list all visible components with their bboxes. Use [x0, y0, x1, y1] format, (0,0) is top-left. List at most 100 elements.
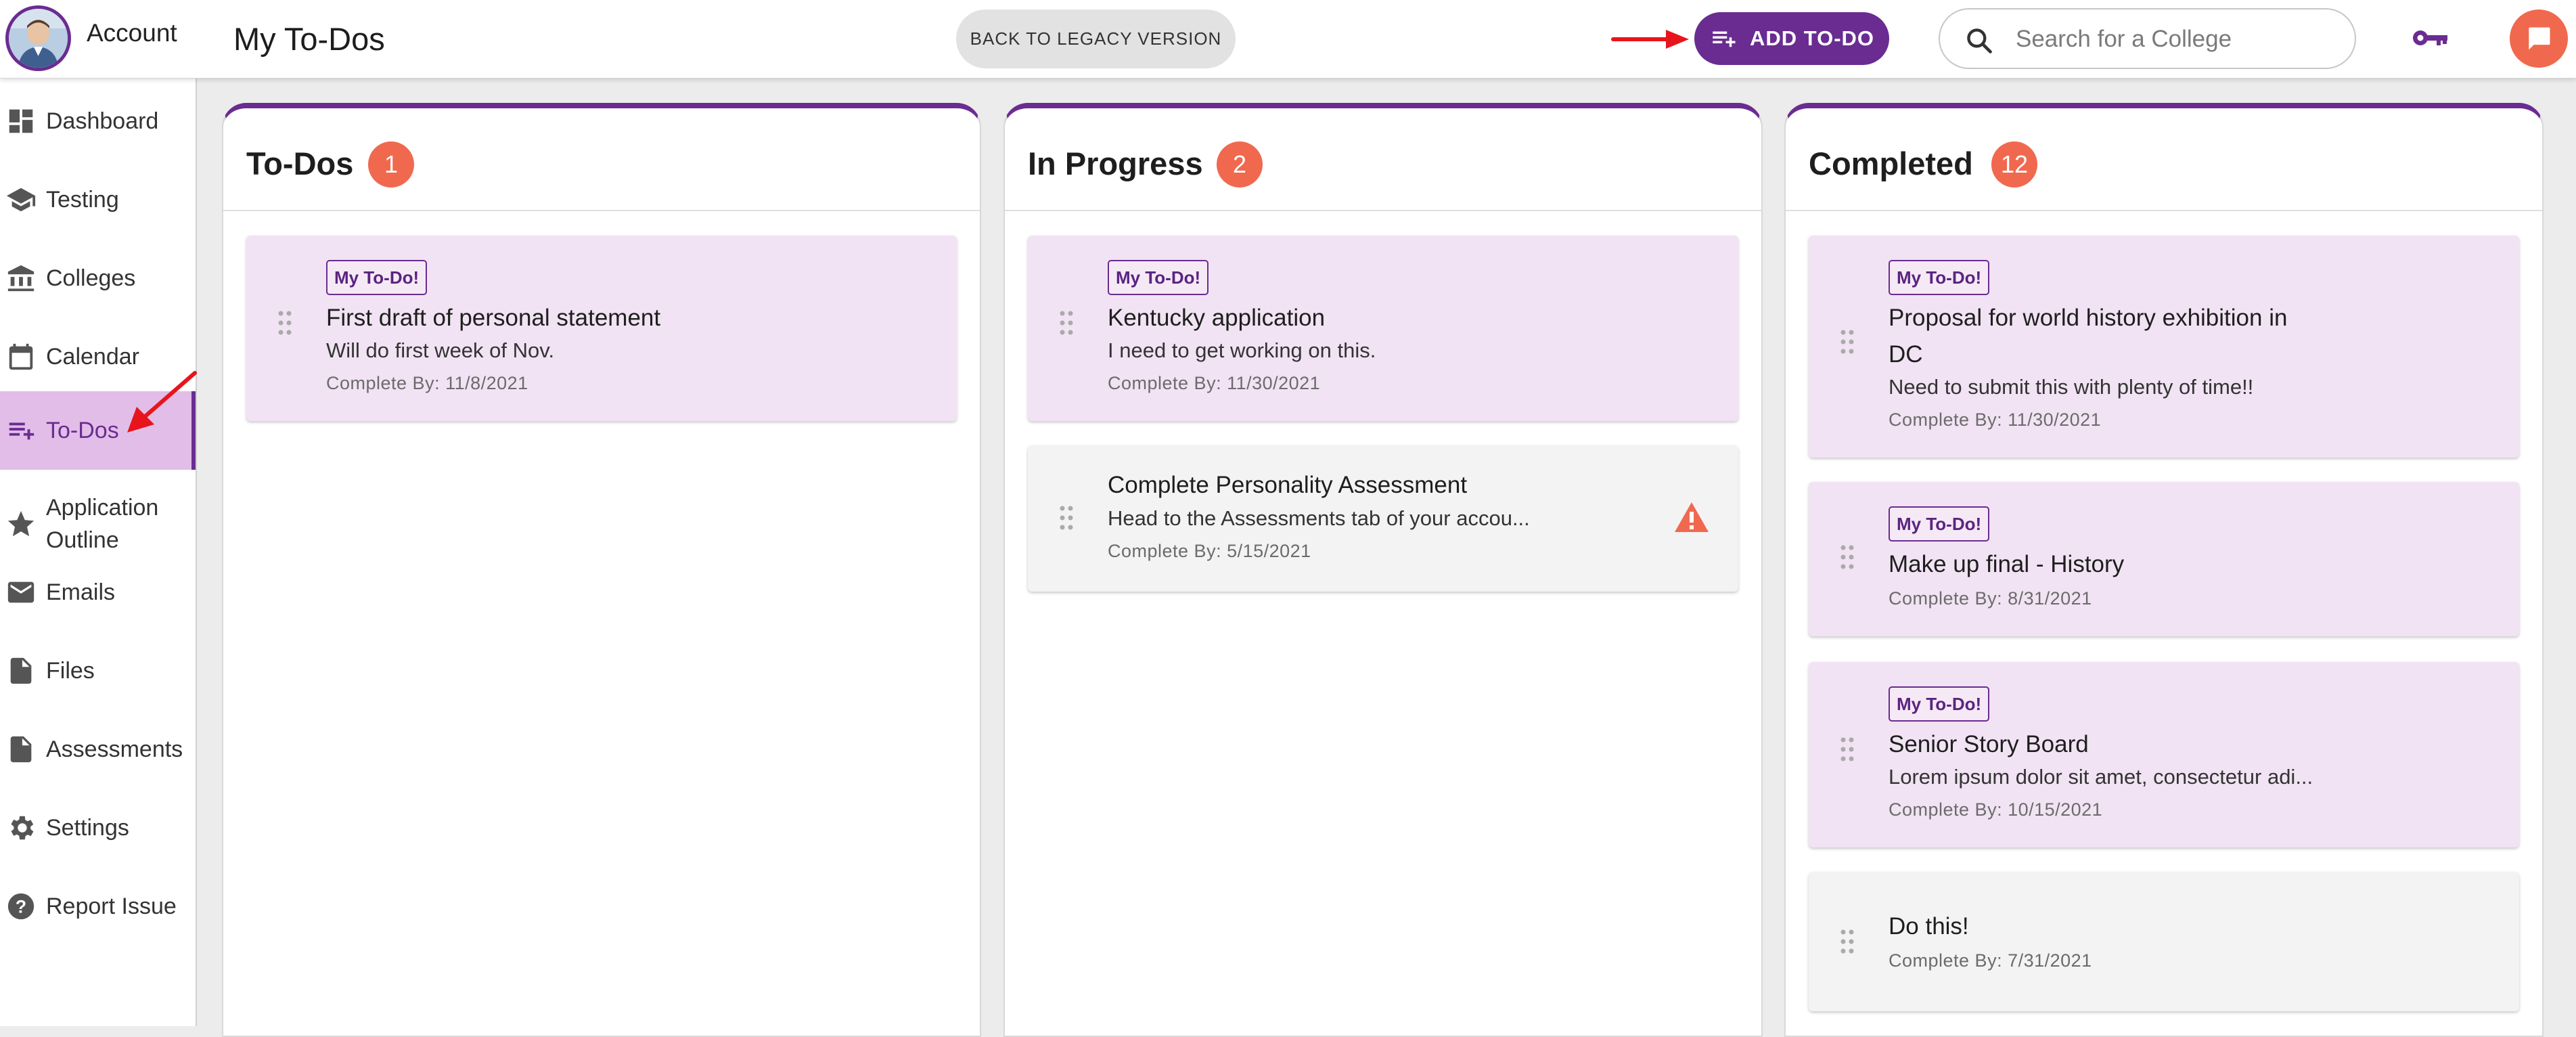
sidebar-item-testing[interactable]: Testing — [0, 180, 196, 219]
dashboard-icon — [5, 106, 37, 137]
chat-icon — [2529, 27, 2550, 50]
drag-handle-icon[interactable] — [1840, 329, 1855, 355]
search-icon — [1967, 28, 1992, 53]
sidebar-item-settings[interactable]: Settings — [0, 808, 196, 847]
sidebar-item-label: Report Issue — [46, 893, 177, 919]
drag-handle-icon[interactable] — [1840, 544, 1855, 570]
annotation-arrow-icon — [1611, 30, 1689, 49]
column-header: To-Dos 1 — [223, 108, 980, 211]
svg-text:?: ? — [16, 897, 26, 917]
card-due-date: Complete By: 10/15/2021 — [1889, 799, 2103, 820]
sidebar-item-label: Dashboard — [46, 108, 159, 134]
card-due-date: Complete By: 5/15/2021 — [1108, 541, 1311, 561]
add-todo-button[interactable]: ADD TO-DO — [1694, 12, 1889, 65]
todo-card[interactable]: My To-Do! Senior Story Board Lorem ipsum… — [1809, 662, 2519, 847]
file-icon — [5, 734, 37, 765]
star-icon — [5, 508, 37, 539]
back-to-legacy-button[interactable]: BACK TO LEGACY VERSION — [956, 9, 1236, 68]
key-icon[interactable] — [2411, 26, 2449, 50]
column-title: To-Dos — [246, 146, 354, 181]
sidebar-item-assessments[interactable]: Assessments — [0, 730, 196, 769]
card-due-date: Complete By: 11/30/2021 — [1889, 410, 2102, 430]
card-title: First draft of personal statement — [326, 305, 661, 331]
playlist-add-icon — [5, 415, 37, 446]
page-title: My To-Dos — [233, 21, 385, 57]
annotation-arrow-icon — [127, 371, 197, 433]
count-badge: 12 — [1991, 141, 2037, 187]
card-due-date: Complete By: 7/31/2021 — [1889, 950, 2092, 971]
graduation-cap-icon — [5, 184, 37, 215]
sidebar-item-emails[interactable]: Emails — [0, 573, 196, 612]
mail-icon — [5, 577, 37, 608]
sidebar-item-report-issue[interactable]: ? Report Issue — [0, 887, 196, 926]
card-description: Need to submit this with plenty of time!… — [1889, 375, 2254, 399]
bank-icon — [5, 263, 37, 294]
column-title: In Progress — [1028, 146, 1203, 181]
sidebar-item-label: Files — [46, 658, 95, 684]
card-description: I need to get working on this. — [1108, 338, 1376, 362]
sidebar-item-application-outline[interactable]: Application Outline — [0, 491, 196, 556]
drag-handle-icon[interactable] — [277, 310, 292, 336]
todo-card[interactable]: My To-Do! Make up final - History Comple… — [1809, 482, 2519, 636]
column-header: In Progress 2 — [1005, 108, 1761, 211]
todo-card[interactable]: Do this! Complete By: 7/31/2021 — [1809, 872, 2519, 1011]
todo-card[interactable]: My To-Do! Kentucky application I need to… — [1028, 236, 1738, 421]
column-title: Completed — [1809, 146, 1973, 181]
column-todos: To-Dos 1 My To-Do! First draft of person… — [222, 103, 981, 1037]
count-badge: 1 — [368, 141, 414, 187]
sidebar-item-label: Testing — [46, 187, 119, 213]
help-icon: ? — [5, 891, 37, 922]
sidebar: Dashboard Testing Colleges Calendar To-D… — [0, 79, 197, 1026]
sidebar-item-label: Colleges — [46, 265, 136, 291]
card-due-date: Complete By: 11/30/2021 — [1108, 373, 1321, 393]
card-title: Proposal for world history exhibition in… — [1889, 305, 2288, 368]
card-title: Do this! — [1889, 913, 1969, 940]
card-due-date: Complete By: 8/31/2021 — [1889, 588, 2092, 609]
drag-handle-icon[interactable] — [1059, 310, 1074, 336]
card-description: Head to the Assessments tab of your acco… — [1108, 506, 1530, 530]
gear-icon — [5, 812, 37, 843]
card-title: Make up final - History — [1889, 551, 2125, 577]
card-title: Kentucky application — [1108, 305, 1326, 331]
column-completed: Completed 12 My To-Do! Proposal for worl… — [1784, 103, 2544, 1037]
column-in-progress: In Progress 2 My To-Do! Kentucky applica… — [1003, 103, 1763, 1037]
file-icon — [5, 655, 37, 686]
warning-icon — [1675, 502, 1709, 532]
my-todo-tag: My To-Do! — [1108, 260, 1209, 295]
card-description: Will do first week of Nov. — [326, 338, 555, 362]
card-description: Lorem ipsum dolor sit amet, consectetur … — [1889, 765, 2313, 789]
my-todo-tag: My To-Do! — [1889, 260, 1990, 295]
chat-button[interactable] — [2510, 9, 2568, 68]
my-todo-tag: My To-Do! — [1889, 506, 1990, 542]
sidebar-item-files[interactable]: Files — [0, 651, 196, 690]
count-badge: 2 — [1217, 141, 1263, 187]
college-search — [1939, 8, 2356, 69]
sidebar-item-label: To-Dos — [46, 418, 119, 443]
card-due-date: Complete By: 11/8/2021 — [326, 373, 528, 393]
top-bar: Account My To-Dos BACK TO LEGACY VERSION… — [0, 0, 2576, 79]
drag-handle-icon[interactable] — [1059, 505, 1074, 531]
search-input[interactable] — [2014, 18, 2339, 61]
sidebar-item-colleges[interactable]: Colleges — [0, 259, 196, 298]
sidebar-item-dashboard[interactable]: Dashboard — [0, 102, 196, 141]
sidebar-item-label: Calendar — [46, 344, 139, 370]
card-title: Complete Personality Assessment — [1108, 472, 1468, 498]
todo-card[interactable]: My To-Do! Proposal for world history exh… — [1809, 236, 2519, 458]
calendar-icon — [5, 341, 37, 372]
sidebar-item-label: Settings — [46, 815, 129, 841]
my-todo-tag: My To-Do! — [326, 260, 428, 295]
sidebar-item-label: Emails — [46, 579, 116, 605]
sidebar-item-label: Application Outline — [46, 495, 159, 553]
drag-handle-icon[interactable] — [1840, 736, 1855, 762]
playlist-add-icon — [1713, 31, 1736, 47]
card-title: Senior Story Board — [1889, 731, 2089, 757]
my-todo-tag: My To-Do! — [1889, 686, 1990, 722]
avatar[interactable] — [5, 5, 71, 71]
column-header: Completed 12 — [1786, 108, 2542, 211]
sidebar-item-label: Assessments — [46, 736, 183, 762]
add-todo-label: ADD TO-DO — [1749, 26, 1875, 50]
drag-handle-icon[interactable] — [1840, 929, 1855, 954]
todo-card[interactable]: Complete Personality Assessment Head to … — [1028, 445, 1738, 592]
account-label[interactable]: Account — [87, 19, 177, 47]
todo-card[interactable]: My To-Do! First draft of personal statem… — [246, 236, 957, 421]
